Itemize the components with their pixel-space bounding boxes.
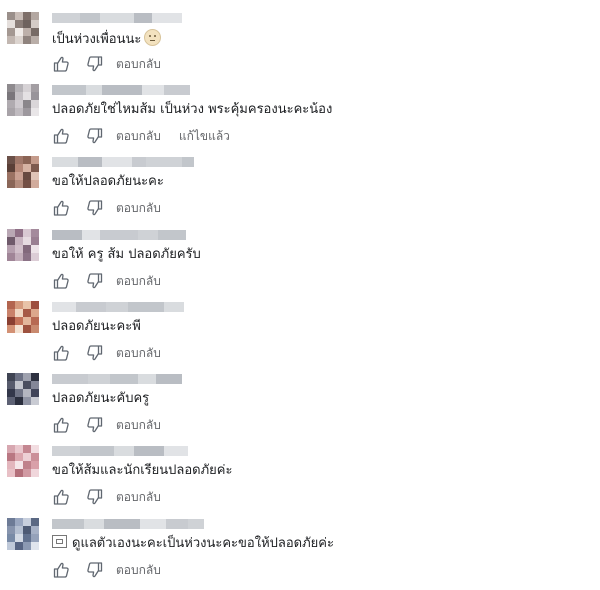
edited-label: แก้ไขแล้ว	[178, 128, 230, 143]
avatar[interactable]	[7, 518, 39, 550]
commenter-name-blurred[interactable]	[52, 13, 182, 23]
comment-text: ขอให้ส้มและนักเรียนปลอดภัยค่ะ	[52, 462, 232, 480]
comment-body: ขอให้ส้มและนักเรียนปลอดภัยค่ะ	[52, 463, 233, 478]
commenter-name-blurred[interactable]	[52, 302, 184, 312]
commenter-name-blurred[interactable]	[52, 374, 182, 384]
thumbs-down-icon[interactable]	[86, 416, 104, 434]
thumbs-up-icon[interactable]	[52, 272, 70, 290]
comment-body: ปลอดภัยใช่ไหมส้ม เป็นห่วง พระคุ้มครองนะค…	[52, 102, 333, 117]
comment-text: ขอให้ปลอดภัยนะคะ	[52, 173, 164, 191]
comment-item: ดูแลตัวเองนะคะเป็นห่วงนะคะขอให้ปลอดภัยค่…	[0, 518, 600, 588]
thumbs-up-icon[interactable]	[52, 561, 70, 579]
comment-body: ขอให้ ครู ส้ม ปลอดภัยครับ	[52, 247, 201, 262]
comment-item: ขอให้ส้มและนักเรียนปลอดภัยค่ะตอบกลับ	[0, 445, 600, 515]
comment-item: ขอให้ ครู ส้ม ปลอดภัยครับตอบกลับ	[0, 229, 600, 299]
commenter-name-blurred[interactable]	[52, 230, 186, 240]
commenter-name-blurred[interactable]	[52, 446, 188, 456]
reply-button[interactable]: ตอบกลับ	[116, 127, 161, 146]
avatar[interactable]	[7, 156, 39, 188]
comment-actions: ตอบกลับ	[52, 561, 179, 579]
reply-button[interactable]: ตอบกลับ	[116, 416, 161, 435]
comment-actions: ตอบกลับ	[52, 344, 179, 362]
thumbs-down-icon[interactable]	[86, 272, 104, 290]
comment-item: ปลอดภัยนะคับครูตอบกลับ	[0, 373, 600, 443]
reply-button[interactable]: ตอบกลับ	[116, 488, 161, 507]
commenter-name-blurred[interactable]	[52, 85, 190, 95]
reply-button[interactable]: ตอบกลับ	[116, 55, 161, 74]
thumbs-down-icon[interactable]	[86, 488, 104, 506]
reply-button[interactable]: ตอบกลับ	[116, 344, 161, 363]
thumbs-up-icon[interactable]	[52, 55, 70, 73]
commenter-name-blurred[interactable]	[52, 157, 194, 167]
comment-actions: ตอบกลับ แก้ไขแล้ว	[52, 127, 248, 145]
avatar[interactable]	[7, 373, 39, 405]
thumbs-up-icon[interactable]	[52, 199, 70, 217]
comment-body: เป็นห่วงเพื่อนนะ	[52, 32, 142, 47]
comment-text: เป็นห่วงเพื่อนนะ	[52, 29, 162, 49]
avatar[interactable]	[7, 12, 39, 44]
comment-body: ปลอดภัยนะคับครู	[52, 391, 150, 406]
comment-actions: ตอบกลับ	[52, 488, 179, 506]
thumbs-down-icon[interactable]	[86, 199, 104, 217]
comment-item: ปลอดภัยนะคะพีตอบกลับ	[0, 301, 600, 371]
comment-text: ดูแลตัวเองนะคะเป็นห่วงนะคะขอให้ปลอดภัยค่…	[52, 535, 334, 553]
reply-button[interactable]: ตอบกลับ	[116, 199, 161, 218]
thumbs-down-icon[interactable]	[86, 344, 104, 362]
avatar[interactable]	[7, 445, 39, 477]
comment-actions: ตอบกลับ	[52, 416, 179, 434]
thumbs-down-icon[interactable]	[86, 55, 104, 73]
avatar[interactable]	[7, 84, 39, 116]
commenter-name-blurred[interactable]	[52, 519, 204, 529]
avatar[interactable]	[7, 229, 39, 261]
reply-button[interactable]: ตอบกลับ	[116, 561, 161, 580]
slightly-smiling-face-icon	[144, 29, 162, 46]
thumbs-up-icon[interactable]	[52, 488, 70, 506]
thumbs-up-icon[interactable]	[52, 344, 70, 362]
comment-actions: ตอบกลับ	[52, 199, 179, 217]
avatar[interactable]	[7, 301, 39, 333]
comment-body: ปลอดภัยนะคะพี	[52, 319, 141, 334]
thumbs-down-icon[interactable]	[86, 561, 104, 579]
comment-text: ปลอดภัยนะคับครู	[52, 390, 149, 408]
comment-item: เป็นห่วงเพื่อนนะตอบกลับ	[0, 12, 600, 82]
comment-body: ดูแลตัวเองนะคะเป็นห่วงนะคะขอให้ปลอดภัยค่…	[72, 536, 334, 551]
comment-actions: ตอบกลับ	[52, 55, 179, 73]
comment-text: ขอให้ ครู ส้ม ปลอดภัยครับ	[52, 246, 201, 264]
thumbs-up-icon[interactable]	[52, 416, 70, 434]
thumbs-up-icon[interactable]	[52, 127, 70, 145]
comment-item: ปลอดภัยใช่ไหมส้ม เป็นห่วง พระคุ้มครองนะค…	[0, 84, 600, 154]
broken-image-icon	[52, 535, 67, 548]
thumbs-down-icon[interactable]	[86, 127, 104, 145]
comment-text: ปลอดภัยใช่ไหมส้ม เป็นห่วง พระคุ้มครองนะค…	[52, 101, 332, 119]
comment-body: ขอให้ปลอดภัยนะคะ	[52, 174, 164, 189]
comment-text: ปลอดภัยนะคะพี	[52, 318, 141, 336]
reply-button[interactable]: ตอบกลับ	[116, 272, 161, 291]
comment-item: ขอให้ปลอดภัยนะคะตอบกลับ	[0, 156, 600, 226]
comment-actions: ตอบกลับ	[52, 272, 179, 290]
